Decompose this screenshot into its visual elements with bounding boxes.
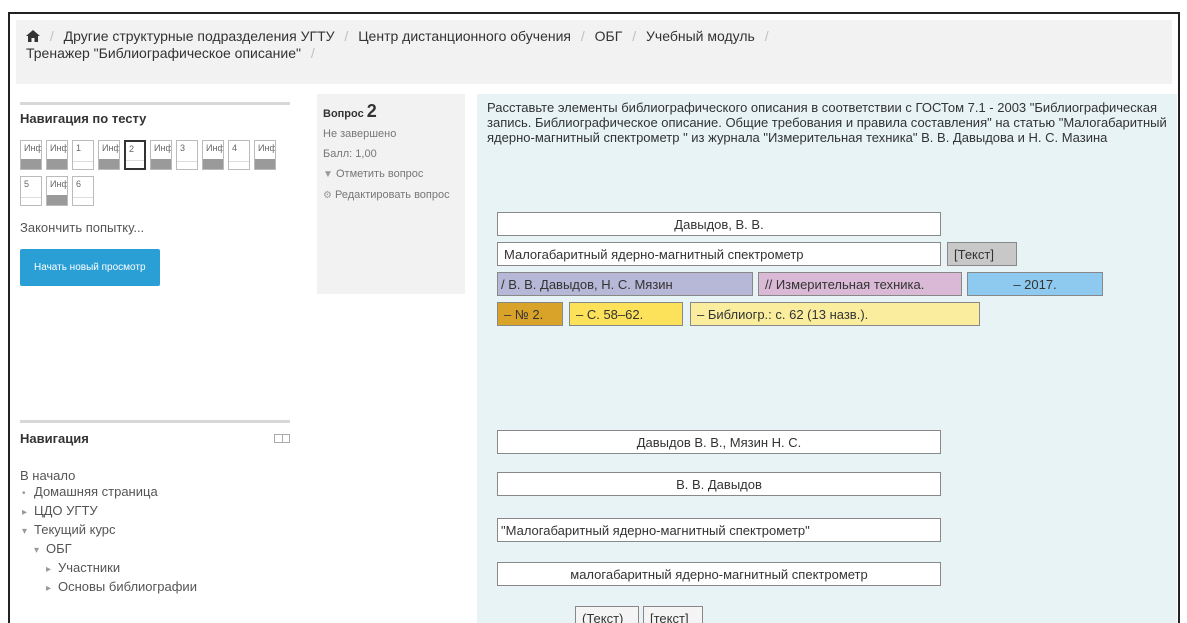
flag-question-label: Отметить вопрос: [335, 168, 424, 180]
choice-item[interactable]: (Текст): [575, 606, 639, 623]
info-page-button[interactable]: Инф: [202, 140, 224, 170]
home-icon[interactable]: [26, 30, 40, 42]
question-button[interactable]: 6: [72, 176, 94, 206]
page-frame: / Другие структурные подразделения УГТУ …: [8, 12, 1180, 623]
breadcrumb-separator: /: [49, 28, 54, 44]
info-page-button[interactable]: Инф: [20, 140, 42, 170]
question-button[interactable]: 5: [20, 176, 42, 206]
nav-tree-label: ЦДО УГТУ: [34, 503, 98, 518]
question-button-grid: Инф Инф 1 Инф 2 Инф 3 Инф 4 Инф 5 Инф 6: [20, 140, 280, 206]
placed-item[interactable]: / В. В. Давыдов, Н. С. Мязин: [497, 272, 753, 296]
placed-item[interactable]: – С. 58–62.: [569, 302, 683, 326]
question-state: Не завершено: [323, 128, 397, 140]
breadcrumb-item[interactable]: Учебный модуль: [646, 28, 755, 44]
block-collapse-icon[interactable]: [274, 434, 290, 443]
tree-bullet-icon: ▸: [22, 507, 28, 518]
question-label: Вопрос: [323, 108, 364, 120]
info-page-button[interactable]: Инф: [46, 176, 68, 206]
breadcrumb-item[interactable]: ОБГ: [595, 28, 623, 44]
choice-item[interactable]: [текст]: [643, 606, 703, 623]
quiz-navigation-block: Навигация по тесту Инф Инф 1 Инф 2 Инф 3 Инф 4 Ин…: [20, 102, 290, 402]
navigation-title: Навигация: [20, 431, 89, 446]
breadcrumb-separator: /: [310, 45, 315, 61]
question-button[interactable]: 1: [72, 140, 94, 170]
nav-tree-label: Текущий курс: [34, 522, 116, 537]
nav-tree-item[interactable]: ▸ Участники: [20, 559, 290, 578]
breadcrumb-item[interactable]: Другие структурные подразделения УГТУ: [64, 28, 335, 44]
navigation-block: Навигация В начало • Домашняя страница ▸ ЦД…: [20, 420, 290, 623]
breadcrumb: / Другие структурные подразделения УГТУ …: [16, 20, 1172, 84]
nav-tree-item[interactable]: ▾ ОБГ: [20, 540, 290, 559]
placed-item[interactable]: – Библиогр.: с. 62 (13 назв.).: [690, 302, 980, 326]
placed-item[interactable]: – № 2.: [497, 302, 563, 326]
tree-bullet-icon: •: [22, 488, 26, 499]
edit-question-link[interactable]: ⚙ Редактировать вопрос: [323, 188, 459, 203]
question-grade: Балл: 1,00: [323, 148, 377, 160]
gear-icon: ⚙: [323, 190, 332, 201]
placed-item[interactable]: Малогабаритный ядерно-магнитный спектром…: [497, 242, 941, 266]
navigation-tree: • Домашняя страница ▸ ЦДО УГТУ ▾ Текущий курс…: [20, 483, 290, 597]
breadcrumb-separator: /: [580, 28, 585, 44]
breadcrumb-separator: /: [344, 28, 349, 44]
question-number: Вопрос 2: [323, 101, 459, 121]
nav-tree-label: Основы библиографии: [58, 579, 197, 594]
nav-tree-item[interactable]: ▸ Основы библиографии: [20, 578, 290, 597]
question-button[interactable]: 3: [176, 140, 198, 170]
choice-item[interactable]: Давыдов В. В., Мязин Н. С.: [497, 430, 941, 454]
question-button[interactable]: 2: [124, 140, 146, 170]
start-new-preview-button[interactable]: Начать новый просмотр: [20, 249, 160, 286]
question-info: Вопрос 2 Не завершено Балл: 1,00 ▼ Отмет…: [317, 94, 465, 294]
nav-tree-item[interactable]: ▾ Текущий курс: [20, 521, 290, 540]
navigation-header: Навигация: [20, 423, 290, 454]
placed-item[interactable]: [Текст]: [947, 242, 1017, 266]
choice-item[interactable]: В. В. Давыдов: [497, 472, 941, 496]
placed-item[interactable]: – 2017.: [967, 272, 1103, 296]
choice-item[interactable]: малогабаритный ядерно-магнитный спектром…: [497, 562, 941, 586]
tree-bullet-icon: ▸: [46, 583, 52, 594]
nav-tree-item[interactable]: ▸ ЦДО УГТУ: [20, 502, 290, 521]
flag-icon: ▼: [323, 169, 333, 180]
question-button[interactable]: 4: [228, 140, 250, 170]
question-number-value: 2: [366, 101, 377, 121]
placed-item[interactable]: // Измерительная техника.: [758, 272, 962, 296]
breadcrumb-separator: /: [764, 28, 769, 44]
question-text: Расставьте элементы библиографического о…: [487, 100, 1167, 145]
info-page-button[interactable]: Инф: [98, 140, 120, 170]
info-page-button[interactable]: Инф: [254, 140, 276, 170]
nav-tree-label: Участники: [58, 560, 121, 575]
question-content: Расставьте элементы библиографического о…: [477, 94, 1177, 623]
info-page-button[interactable]: Инф: [46, 140, 68, 170]
breadcrumb-item-current[interactable]: Тренажер "Библиографическое описание": [26, 45, 301, 61]
breadcrumb-separator: /: [632, 28, 637, 44]
tree-bullet-icon: ▾: [34, 545, 40, 556]
nav-tree-item[interactable]: • Домашняя страница: [20, 483, 290, 502]
flag-question-link[interactable]: ▼ Отметить вопрос: [323, 167, 459, 182]
tree-bullet-icon: ▾: [22, 526, 28, 537]
edit-question-label: Редактировать вопрос: [335, 189, 450, 201]
breadcrumb-item[interactable]: Центр дистанционного обучения: [358, 28, 571, 44]
tree-bullet-icon: ▸: [46, 564, 52, 575]
nav-tree-label: ОБГ: [46, 541, 72, 556]
finish-attempt-link[interactable]: Закончить попытку...: [20, 220, 290, 235]
choice-item[interactable]: "Малогабаритный ядерно-магнитный спектро…: [497, 518, 941, 542]
info-page-button[interactable]: Инф: [150, 140, 172, 170]
nav-home-link[interactable]: В начало: [20, 468, 290, 483]
nav-tree-label: Домашняя страница: [34, 484, 158, 499]
quiz-navigation-title: Навигация по тесту: [20, 111, 147, 126]
placed-item[interactable]: Давыдов, В. В.: [497, 212, 941, 236]
